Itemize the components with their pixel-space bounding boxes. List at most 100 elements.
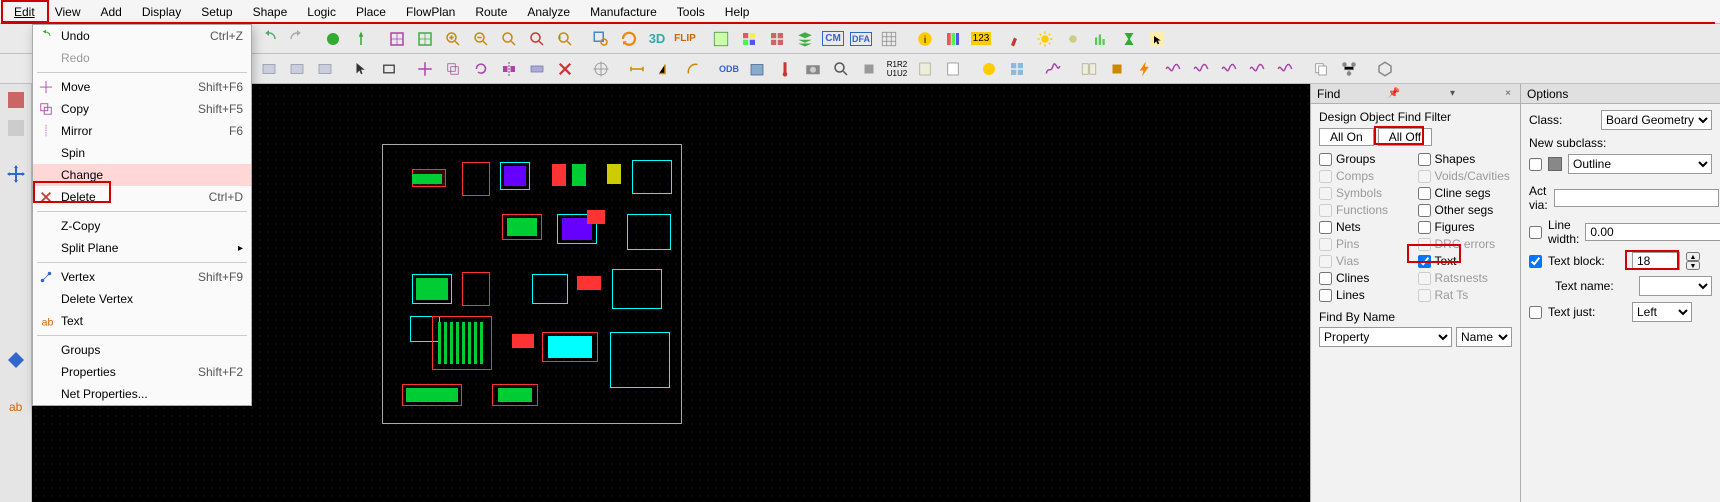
tool-move-purple[interactable] (412, 56, 438, 82)
menu-manufacture[interactable]: Manufacture (580, 3, 667, 21)
options-class-select[interactable]: Board Geometry (1601, 110, 1712, 130)
find-check-lines[interactable] (1319, 289, 1332, 302)
tool-target[interactable] (588, 56, 614, 82)
tool-chip[interactable] (856, 56, 882, 82)
tool-ruler[interactable]: 123 (968, 26, 994, 52)
tool-dim-h[interactable] (624, 56, 650, 82)
tool-library[interactable] (744, 56, 770, 82)
tool-bars[interactable] (1088, 26, 1114, 52)
tool-zoom-prev[interactable] (552, 26, 578, 52)
menu-flowplan[interactable]: FlowPlan (396, 3, 465, 21)
menu-tools[interactable]: Tools (667, 3, 715, 21)
dd-mirror[interactable]: MirrorF6 (33, 120, 251, 142)
dd-vertex[interactable]: VertexShift+F9 (33, 266, 251, 288)
tool-sun-dim[interactable] (1060, 26, 1086, 52)
tool-wave-e[interactable] (1272, 56, 1298, 82)
find-check-cline-segs[interactable] (1418, 187, 1431, 200)
dd-delvertex[interactable]: Delete Vertex (33, 288, 251, 310)
menu-route[interactable]: Route (465, 3, 517, 21)
tool-rect-2[interactable] (284, 56, 310, 82)
tool-copy-doc[interactable] (1308, 56, 1334, 82)
tool-hourglass[interactable] (1116, 26, 1142, 52)
tool-mirror-purple[interactable] (496, 56, 522, 82)
options-subclass-select[interactable]: Outline (1568, 154, 1712, 174)
find-all-on-button[interactable]: All On (1319, 128, 1374, 146)
tool-copy-purple[interactable] (440, 56, 466, 82)
options-subclass-swatch[interactable] (1548, 157, 1562, 171)
gutter-diamond-icon[interactable] (6, 350, 26, 370)
tool-book-open[interactable] (1076, 56, 1102, 82)
find-lines[interactable]: Lines (1319, 288, 1414, 302)
find-figures[interactable]: Figures (1418, 220, 1513, 234)
tool-zoom-red[interactable] (524, 26, 550, 52)
tool-undo[interactable] (256, 26, 282, 52)
tool-zoom-select[interactable] (588, 26, 614, 52)
menu-shape[interactable]: Shape (243, 3, 298, 21)
find-name-select[interactable]: Name (1456, 327, 1512, 347)
tool-cursor[interactable] (348, 56, 374, 82)
tool-inspect[interactable] (828, 56, 854, 82)
tool-info[interactable]: i (912, 26, 938, 52)
options-line-width-input[interactable] (1585, 223, 1720, 241)
tool-rotate[interactable] (468, 56, 494, 82)
tool-align[interactable] (524, 56, 550, 82)
dd-splitplane[interactable]: Split Plane (33, 237, 251, 259)
options-text-just-check[interactable] (1529, 306, 1542, 319)
menu-add[interactable]: Add (90, 3, 131, 21)
tool-rect-3[interactable] (312, 56, 338, 82)
menu-help[interactable]: Help (715, 3, 760, 21)
tool-dim-c[interactable] (680, 56, 706, 82)
tool-3d[interactable]: 3D (644, 26, 670, 52)
options-act-via-input[interactable] (1554, 189, 1719, 207)
tool-tree[interactable] (1336, 56, 1362, 82)
gutter-arrows-icon[interactable] (6, 164, 26, 184)
menu-edit[interactable]: Edit (4, 3, 45, 21)
gutter-icon-1[interactable] (6, 90, 26, 110)
tool-cells[interactable] (1004, 56, 1030, 82)
tool-dfa[interactable]: DFA (848, 26, 874, 52)
tool-palette[interactable] (940, 26, 966, 52)
menu-analyze[interactable]: Analyze (517, 3, 580, 21)
tool-flip[interactable]: FLIP (672, 26, 698, 52)
tool-redo[interactable] (284, 26, 310, 52)
find-check-shapes[interactable] (1418, 153, 1431, 166)
dd-properties[interactable]: PropertiesShift+F2 (33, 361, 251, 383)
tool-cm[interactable]: CM (820, 26, 846, 52)
tool-pin[interactable] (348, 26, 374, 52)
find-check-figures[interactable] (1418, 221, 1431, 234)
tool-thermo[interactable] (772, 56, 798, 82)
tool-book[interactable] (912, 56, 938, 82)
tool-wave-c[interactable] (1216, 56, 1242, 82)
panel-menu-icon[interactable]: ▾ (1447, 88, 1458, 99)
tool-bolt[interactable] (1132, 56, 1158, 82)
tool-wave-d[interactable] (1244, 56, 1270, 82)
tool-zoom-in[interactable] (440, 26, 466, 52)
options-text-name-select[interactable] (1639, 276, 1712, 296)
dd-zcopy[interactable]: Z-Copy (33, 215, 251, 237)
design-canvas[interactable]: Find 📌 ▾ × Design Object Find Filter All… (32, 84, 1720, 502)
find-check-clines[interactable] (1319, 272, 1332, 285)
tool-r1r2[interactable]: R1R2U1U2 (884, 56, 910, 82)
tool-brush[interactable] (1004, 26, 1030, 52)
find-cline-segs[interactable]: Cline segs (1418, 186, 1513, 200)
tool-camera[interactable] (800, 56, 826, 82)
menu-place[interactable]: Place (346, 3, 396, 21)
tool-refresh[interactable] (616, 26, 642, 52)
options-text-block-input[interactable] (1632, 252, 1680, 270)
options-subclass-check[interactable] (1529, 158, 1542, 171)
tool-globe[interactable] (320, 26, 346, 52)
tool-zoom-out[interactable] (468, 26, 494, 52)
options-line-width-check[interactable] (1529, 226, 1542, 239)
find-shapes[interactable]: Shapes (1418, 152, 1513, 166)
tool-delete-x[interactable] (552, 56, 578, 82)
dd-spin[interactable]: Spin (33, 142, 251, 164)
dd-copy[interactable]: CopyShift+F5 (33, 98, 251, 120)
tool-colors[interactable] (736, 26, 762, 52)
find-other-segs[interactable]: Other segs (1418, 203, 1513, 217)
find-check-groups[interactable] (1319, 153, 1332, 166)
dd-move[interactable]: MoveShift+F6 (33, 76, 251, 98)
tool-table[interactable] (876, 26, 902, 52)
tool-grid-purple[interactable] (384, 26, 410, 52)
options-text-just-select[interactable]: Left (1632, 302, 1692, 322)
find-check-text[interactable] (1418, 255, 1431, 268)
